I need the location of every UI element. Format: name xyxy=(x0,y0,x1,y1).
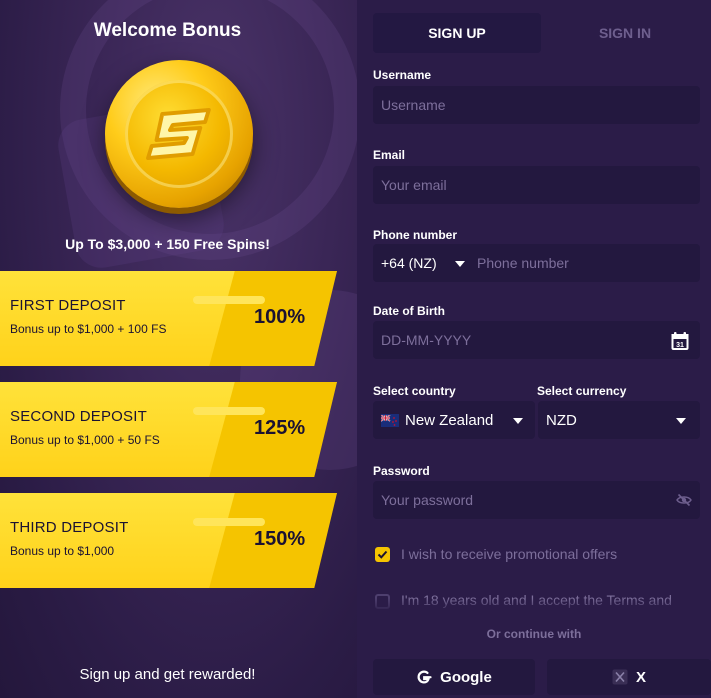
x-login-button[interactable]: X xyxy=(547,659,711,695)
country-select[interactable]: New Zealand xyxy=(373,401,535,439)
email-input[interactable]: Your email xyxy=(373,166,700,204)
continue-with-divider: Or continue with xyxy=(486,627,582,641)
deposit-title: SECOND DEPOSIT xyxy=(10,408,147,425)
new-zealand-flag-icon xyxy=(380,414,399,427)
dob-input[interactable]: DD-MM-YYYY 31 xyxy=(373,321,700,359)
currency-label: Select currency xyxy=(537,384,627,398)
eye-off-icon[interactable] xyxy=(676,492,692,508)
country-label: Select country xyxy=(373,384,456,398)
second-deposit-card: SECOND DEPOSIT Bonus up to $1,000 + 50 F… xyxy=(0,382,337,477)
x-logo-icon xyxy=(612,669,628,685)
email-label: Email xyxy=(373,148,406,162)
username-input[interactable]: Username xyxy=(373,86,700,124)
phone-label: Phone number xyxy=(373,228,458,242)
signup-form-panel: SIGN UP SIGN IN Username Username Email … xyxy=(357,0,711,698)
deposit-subtitle: Bonus up to $1,000 + 50 FS xyxy=(10,433,160,447)
email-placeholder: Your email xyxy=(381,177,447,193)
bonus-offer: Up To $3,000 + 150 Free Spins! xyxy=(65,236,270,252)
currency-value: NZD xyxy=(546,411,577,429)
chevron-down-icon xyxy=(455,261,465,267)
password-placeholder: Your password xyxy=(381,492,474,508)
password-label: Password xyxy=(373,464,430,478)
promo-checkbox-label: I wish to receive promotional offers xyxy=(401,546,618,562)
deposit-title: THIRD DEPOSIT xyxy=(10,519,129,536)
chevron-down-icon xyxy=(513,418,523,424)
dob-label: Date of Birth xyxy=(373,304,445,318)
deposit-percent: 100% xyxy=(254,306,306,328)
phone-input[interactable]: Phone number xyxy=(471,244,700,282)
promo-footer: Sign up and get rewarded! xyxy=(79,666,256,683)
chevron-down-icon xyxy=(676,418,686,424)
x-label: X xyxy=(635,668,646,686)
dob-placeholder: DD-MM-YYYY xyxy=(381,332,472,348)
promo-checkbox[interactable] xyxy=(375,547,390,562)
google-icon xyxy=(417,670,432,684)
third-deposit-card: THIRD DEPOSIT Bonus up to $1,000 150% xyxy=(0,493,337,588)
tab-sign-up[interactable]: SIGN UP xyxy=(373,13,541,53)
first-deposit-card: FIRST DEPOSIT Bonus up to $1,000 + 100 F… xyxy=(0,271,337,366)
deposit-title: FIRST DEPOSIT xyxy=(10,297,126,314)
phone-placeholder: Phone number xyxy=(477,255,569,271)
deposit-subtitle: Bonus up to $1,000 xyxy=(10,544,115,558)
phone-code-select[interactable]: +64 (NZ) xyxy=(373,244,471,282)
currency-select[interactable]: NZD xyxy=(538,401,700,439)
password-input[interactable]: Your password xyxy=(373,481,700,519)
check-icon xyxy=(377,550,388,559)
google-label: Google xyxy=(440,668,492,686)
username-label: Username xyxy=(373,68,432,82)
username-placeholder: Username xyxy=(381,97,446,113)
google-login-button[interactable]: Google xyxy=(373,659,535,695)
deposit-percent: 150% xyxy=(254,528,306,550)
welcome-title: Welcome Bonus xyxy=(93,20,242,41)
svg-text:31: 31 xyxy=(676,342,684,349)
deposit-percent: 125% xyxy=(254,417,306,439)
phone-code-value: +64 (NZ) xyxy=(381,255,437,271)
scroll-fade xyxy=(357,598,711,626)
calendar-icon[interactable]: 31 xyxy=(670,331,690,351)
promo-panel: Welcome Bonus Up To $3,000 + 150 Free Sp… xyxy=(0,0,357,698)
auth-tabs: SIGN UP SIGN IN xyxy=(373,13,709,53)
deposit-subtitle: Bonus up to $1,000 + 100 FS xyxy=(10,322,167,336)
country-value: New Zealand xyxy=(405,411,494,429)
tab-sign-in[interactable]: SIGN IN xyxy=(541,13,709,53)
coin-logo-icon xyxy=(105,60,253,208)
